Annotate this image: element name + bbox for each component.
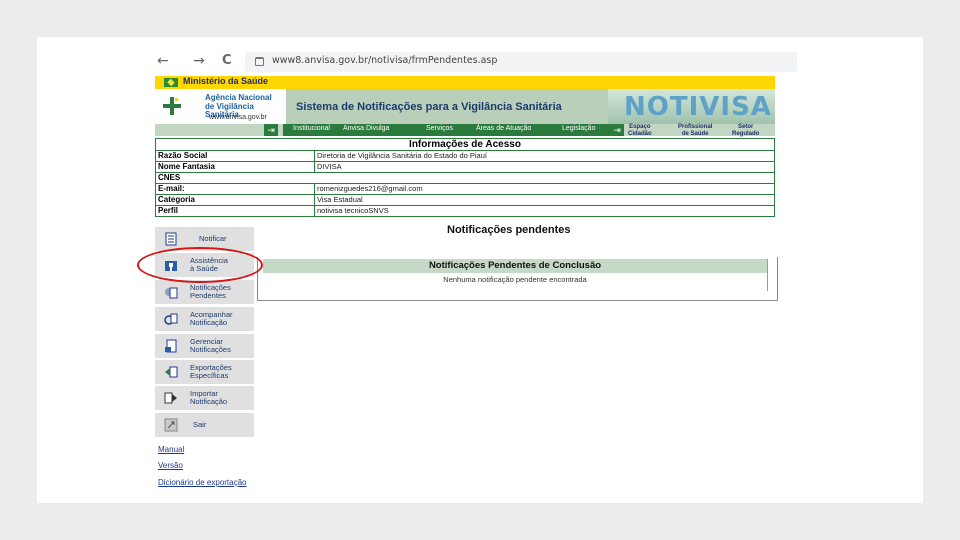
info-row-categoria: Categoria Visa Estadual	[155, 195, 775, 206]
sidebar-item-sair[interactable]: Sair	[155, 413, 254, 437]
link-versao[interactable]: Versão	[158, 461, 183, 470]
info-value: Diretoria de Vigilância Sanitária do Est…	[317, 151, 487, 160]
info-value: notivisa tecnicoSNVS	[317, 206, 389, 215]
sidebar-label-line2: Notificações	[190, 345, 231, 354]
exit-icon	[164, 418, 178, 432]
sidebar-item-gerenciar-notificacoes[interactable]: Gerenciar Notificações	[155, 334, 254, 358]
notifications-title: Notificações pendentes	[447, 224, 571, 236]
back-button[interactable]: ←	[157, 53, 169, 69]
info-label: Nome Fantasia	[158, 162, 215, 171]
menu-profissional-line1: Profissional	[678, 124, 713, 130]
menu-item-areas-atuacao[interactable]: Áreas de Atuação	[476, 125, 531, 132]
anvisa-logo[interactable]: Agência Nacional de Vigilância Sanitária…	[155, 89, 285, 124]
menu-profissional-line2: de Saúde	[681, 130, 709, 137]
access-info-title: Informações de Acesso	[155, 138, 775, 151]
ministry-bar: Ministério da Saúde	[155, 76, 775, 89]
empty-message: Nenhuma notificação pendente encontrada	[443, 275, 587, 284]
import-icon	[164, 392, 177, 404]
notivisa-brand: NOTIVISA	[624, 92, 772, 122]
ministry-label: Ministério da Saúde	[183, 76, 269, 86]
pending-documents-icon	[165, 287, 178, 299]
sidebar-label: Gerenciar Notificações	[190, 338, 231, 354]
sidebar-label-line2: Específicas	[190, 371, 229, 380]
info-row-perfil: Perfil notivisa tecnicoSNVS	[155, 206, 775, 217]
info-row-razao-social: Razão Social Diretoria de Vigilância San…	[155, 151, 775, 162]
menu-item-servicos[interactable]: Serviços	[426, 125, 453, 132]
sidebar-label-line2: Notificação	[190, 318, 228, 327]
pending-notifications-header: Notificações Pendentes de Conclusão	[263, 259, 767, 273]
menu-arrow2-icon: ⇥	[610, 124, 624, 136]
sidebar-label: Notificações Pendentes	[190, 284, 231, 300]
reload-button[interactable]: C	[222, 53, 232, 69]
notivisa-banner: NOTIVISA	[608, 89, 775, 124]
logo-url: www.anvisa.gov.br	[209, 114, 267, 121]
info-row-email: E-mail: romenizguedes216@gmail.com	[155, 184, 775, 195]
anvisa-cross-icon	[163, 97, 181, 115]
link-manual[interactable]: Manual	[158, 445, 184, 454]
info-label: CNES	[158, 173, 181, 182]
sidebar-item-importar-notificacao[interactable]: Importar Notificação	[155, 386, 254, 410]
sidebar-label: Notificar	[199, 234, 227, 243]
menu-item-legislacao[interactable]: Legislação	[562, 125, 595, 132]
system-title-banner: Sistema de Notificações para a Vigilânci…	[286, 89, 608, 124]
menu-espaco-line1: Espaço	[629, 124, 651, 130]
lock-icon	[255, 57, 264, 66]
export-icon	[165, 366, 178, 378]
brazil-flag-icon	[164, 78, 178, 87]
info-label: Perfil	[158, 206, 179, 215]
sidebar-label: Exportações Específicas	[190, 364, 232, 380]
menu-profissional-saude[interactable]: Profissional de Saúde	[678, 124, 712, 137]
highlight-ring	[137, 247, 263, 283]
track-notification-icon	[164, 313, 178, 325]
menu-arrow-icon: ⇥	[264, 124, 278, 136]
sidebar-item-notificacoes-pendentes[interactable]: Notificações Pendentes	[155, 280, 254, 304]
sidebar-label-line2: Pendentes	[190, 291, 226, 300]
menu-espaco-line2: Cidadão	[628, 130, 652, 137]
url-text: www8.anvisa.gov.br/notivisa/frmPendentes…	[272, 55, 498, 66]
system-title: Sistema de Notificações para a Vigilânci…	[296, 101, 562, 113]
menu-setor-regulado[interactable]: Setor Regulado	[732, 124, 759, 137]
sidebar-item-acompanhar-notificacao[interactable]: Acompanhar Notificação	[155, 307, 254, 331]
info-value: Visa Estadual	[317, 195, 363, 204]
link-dicionario-exportacao[interactable]: Dicionário de exportação	[158, 478, 247, 487]
sidebar-label: Acompanhar Notificação	[190, 311, 233, 327]
sidebar-item-exportacoes-especificas[interactable]: Exportações Específicas	[155, 360, 254, 384]
info-label: E-mail:	[158, 184, 185, 193]
document-icon	[165, 232, 177, 246]
info-value: DIVISA	[317, 162, 342, 171]
sidebar-label: Importar Notificação	[190, 390, 227, 406]
manage-notifications-icon	[165, 339, 177, 353]
address-bar[interactable]: www8.anvisa.gov.br/notivisa/frmPendentes…	[245, 52, 797, 72]
info-row-nome-fantasia: Nome Fantasia DIVISA	[155, 162, 775, 173]
menu-setor-line2: Regulado	[732, 130, 760, 137]
forward-button[interactable]: →	[193, 53, 205, 69]
menu-item-anvisa-divulga[interactable]: Anvisa Divulga	[343, 125, 389, 132]
sidebar-label: Sair	[193, 420, 207, 429]
info-row-cnes: CNES	[155, 173, 775, 184]
info-label: Categoria	[158, 195, 195, 204]
info-label: Razão Social	[158, 151, 208, 160]
sidebar-label-line2: Notificação	[190, 397, 228, 406]
info-value: romenizguedes216@gmail.com	[317, 184, 423, 193]
menu-item-institucional[interactable]: Institucional	[293, 125, 330, 132]
menu-espaco-cidadao[interactable]: Espaço Cidadão	[628, 124, 652, 137]
